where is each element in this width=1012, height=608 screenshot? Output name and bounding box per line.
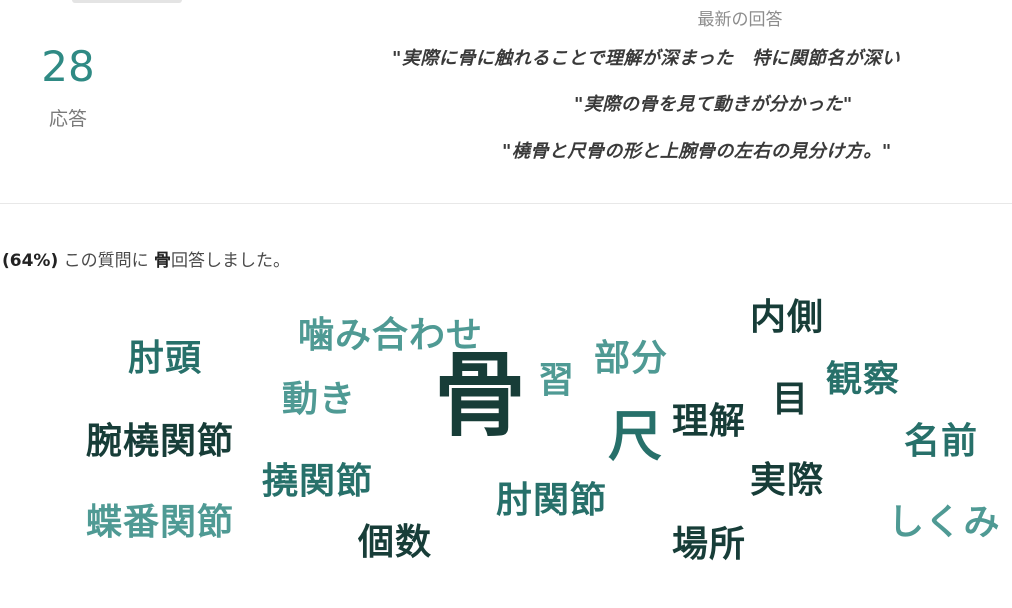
- stat-suffix: 回答しました。: [171, 251, 291, 271]
- word-cloud-word[interactable]: 名前: [904, 424, 978, 460]
- word-cloud-word[interactable]: 蝶番関節: [86, 505, 234, 541]
- stat-prefix: この質問に: [63, 251, 149, 271]
- word-cloud-word[interactable]: 個数: [358, 525, 432, 561]
- word-cloud-word[interactable]: 部分: [594, 341, 668, 377]
- word-cloud-word[interactable]: しくみ: [888, 505, 1000, 541]
- word-cloud-word[interactable]: 腕橈関節: [86, 424, 234, 460]
- word-cloud-word[interactable]: 撓関節: [262, 464, 373, 500]
- word-cloud-word[interactable]: 場所: [672, 527, 746, 563]
- word-cloud-word[interactable]: 観察: [826, 362, 900, 398]
- latest-responses-title: 最新の回答: [697, 10, 783, 30]
- stat-keyword: 骨: [154, 251, 172, 271]
- stat-line: (64%) この質問に 骨回答しました。: [2, 246, 290, 271]
- latest-response-1: "実際に骨に触れることで理解が深まった 特に関節名が深い: [392, 48, 901, 69]
- stat-percent: (64%): [2, 251, 59, 271]
- word-cloud-word[interactable]: 習: [538, 363, 575, 399]
- section-divider: [0, 203, 1012, 204]
- latest-response-3: "橈骨と尺骨の形と上腕骨の左右の見分け方。": [502, 141, 892, 162]
- word-cloud-word[interactable]: 肘関節: [496, 483, 607, 519]
- card-top-edge: [72, 0, 182, 3]
- word-cloud-word[interactable]: 尺: [608, 410, 663, 464]
- response-count: 28: [41, 42, 95, 91]
- word-cloud-word[interactable]: 目: [772, 382, 809, 418]
- word-cloud-word[interactable]: 骨: [434, 350, 527, 442]
- word-cloud-word[interactable]: 実際: [750, 463, 824, 499]
- word-cloud-word[interactable]: 動き: [282, 382, 356, 418]
- word-cloud-word[interactable]: 理解: [672, 404, 746, 440]
- word-cloud-word[interactable]: 肘頭: [128, 341, 202, 377]
- response-count-label: 応答: [48, 108, 87, 130]
- word-cloud-word[interactable]: 内側: [750, 300, 824, 336]
- latest-response-2: "実際の骨を見て動きが分かった": [574, 94, 853, 115]
- summary-card: 28 応答 最新の回答 "実際に骨に触れることで理解が深まった 特に関節名が深い…: [0, 0, 1012, 204]
